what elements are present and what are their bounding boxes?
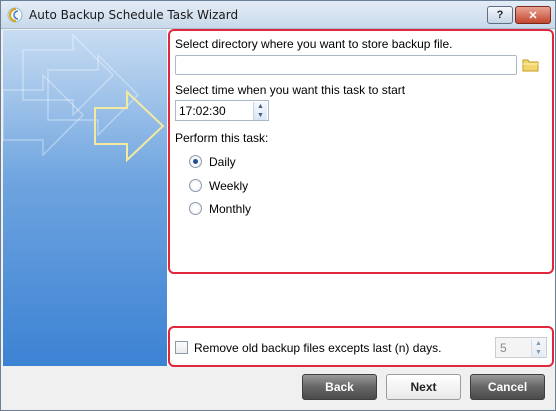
window-title: Auto Backup Schedule Task Wizard	[29, 8, 239, 22]
next-button[interactable]: Next	[386, 374, 461, 400]
cancel-button[interactable]: Cancel	[470, 374, 545, 400]
back-button[interactable]: Back	[302, 374, 377, 400]
days-spin-up-icon[interactable]: ▲	[532, 339, 545, 348]
app-icon	[7, 7, 23, 23]
radio-monthly-label: Monthly	[209, 202, 252, 216]
directory-label: Select directory where you want to store…	[175, 37, 453, 51]
remove-old-checkbox[interactable]	[175, 341, 188, 354]
radio-weekly-label: Weekly	[209, 179, 249, 193]
task-label: Perform this task:	[175, 131, 269, 145]
radio-daily[interactable]	[189, 155, 202, 168]
radio-monthly[interactable]	[189, 202, 202, 215]
title-bar: Auto Backup Schedule Task Wizard ? ✕	[1, 1, 555, 29]
wizard-window: Auto Backup Schedule Task Wizard ? ✕ Sel…	[0, 0, 556, 411]
days-spin-down-icon[interactable]: ▼	[532, 348, 545, 357]
directory-input[interactable]	[175, 55, 517, 75]
close-button[interactable]: ✕	[515, 6, 551, 24]
time-label: Select time when you want this task to s…	[175, 83, 406, 97]
radio-daily-label: Daily	[209, 155, 236, 169]
side-banner	[3, 30, 167, 366]
spin-up-icon[interactable]: ▲	[254, 102, 267, 111]
remove-old-label: Remove old backup files excepts last (n)…	[194, 341, 442, 355]
days-spinner[interactable]: ▲ ▼	[531, 339, 545, 357]
time-spinner[interactable]: ▲ ▼	[253, 102, 267, 120]
radio-weekly[interactable]	[189, 179, 202, 192]
arrows-graphic	[3, 33, 165, 163]
folder-icon[interactable]	[522, 57, 539, 72]
help-button[interactable]: ?	[487, 6, 513, 24]
spin-down-icon[interactable]: ▼	[254, 111, 267, 120]
